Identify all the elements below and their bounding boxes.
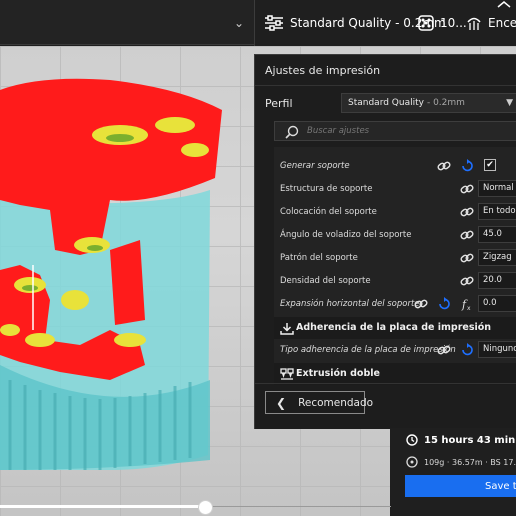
- layer-slider-track[interactable]: [211, 506, 391, 507]
- chevron-left-icon: ❮: [276, 395, 287, 410]
- link-icon: [437, 161, 451, 171]
- divider: [255, 85, 516, 86]
- link-icon: [460, 207, 474, 217]
- category-title: Extrusión doble: [296, 368, 380, 379]
- search-placeholder: Buscar ajustes: [307, 126, 370, 136]
- setting-label: Patrón del soporte: [280, 253, 358, 263]
- function-icon[interactable]: f x: [460, 297, 474, 311]
- overhang-angle-input[interactable]: 45.0: [478, 226, 516, 243]
- link-icon: [460, 276, 474, 286]
- generate-support-checkbox[interactable]: ✔: [484, 159, 496, 171]
- sliders-icon: [265, 15, 283, 31]
- infill-label: 10...: [440, 16, 467, 30]
- support-placement-select[interactable]: En todos: [478, 203, 516, 220]
- recommended-label: Recomendado: [298, 396, 374, 409]
- category-title: Adherencia de la placa de impresión: [296, 322, 492, 333]
- profile-value: Standard Quality: [348, 98, 424, 108]
- save-button[interactable]: Save to: [405, 475, 516, 497]
- recommended-button[interactable]: ❮ Recomendado: [265, 391, 373, 414]
- reset-icon[interactable]: [437, 297, 451, 311]
- setting-label: Colocación del soporte: [280, 207, 377, 217]
- panel-title: Ajustes de impresión: [265, 64, 381, 77]
- material-value: 109g · 36.57m · BS 17.40: [424, 457, 516, 467]
- profile-layer-height: - 0.2mm: [426, 98, 465, 108]
- setting-row-support-density[interactable]: Densidad del soporte 20.0: [280, 272, 516, 292]
- chevron-down-icon: ▼: [506, 98, 513, 108]
- link-icon: [437, 345, 451, 355]
- print-estimate-panel: 15 hours 43 minutes 109g · 36.57m · BS 1…: [390, 428, 516, 516]
- toolbar-divider: [254, 0, 255, 46]
- dual-extrusion-icon: [280, 368, 294, 380]
- search-input[interactable]: Buscar ajustes: [274, 121, 516, 141]
- setting-row-horizontal-expansion[interactable]: Expansión horizontal del soporte f x 0.0: [280, 295, 516, 315]
- print-settings-panel: Ajustes de impresión Perfil Standard Qua…: [254, 54, 516, 429]
- setting-row-adhesion-type[interactable]: Tipo adherencia de la placa de impresión…: [280, 341, 516, 361]
- link-icon: [460, 253, 474, 263]
- category-dual-extrusion[interactable]: Extrusión doble: [274, 363, 516, 385]
- layer-slider-handle[interactable]: [198, 500, 213, 515]
- setting-row-support-placement[interactable]: Colocación del soporte En todos: [280, 203, 516, 223]
- reset-icon[interactable]: [460, 159, 474, 173]
- divider: [255, 383, 516, 384]
- layer-slider-track-filled[interactable]: [0, 505, 210, 508]
- connection-icon: [497, 1, 511, 8]
- spool-icon: [406, 456, 418, 468]
- setting-label: Generar soporte: [280, 161, 350, 171]
- horizontal-expansion-input[interactable]: 0.0: [478, 295, 516, 312]
- support-icon: [467, 17, 481, 30]
- print-time-value: 15 hours 43 minutes: [424, 434, 516, 446]
- support-density-input[interactable]: 20.0: [478, 272, 516, 289]
- link-icon: [460, 230, 474, 240]
- support-pattern-select[interactable]: Zigzag: [478, 249, 516, 266]
- svg-text:x: x: [467, 305, 471, 311]
- reset-icon[interactable]: [460, 343, 474, 357]
- setting-row-support-structure[interactable]: Estructura de soporte Normal: [280, 180, 516, 200]
- print-time: 15 hours 43 minutes: [406, 434, 516, 446]
- setting-row-support-pattern[interactable]: Patrón del soporte Zigzag: [280, 249, 516, 269]
- material-estimate: 109g · 36.57m · BS 17.40: [406, 456, 516, 468]
- profile-select[interactable]: Standard Quality - 0.2mm ▼: [341, 93, 516, 113]
- link-icon: [414, 299, 428, 309]
- adhesion-icon: [280, 323, 294, 335]
- settings-list[interactable]: Generar soporte ✔ Estructura de soporte …: [274, 147, 516, 385]
- setting-row-overhang-angle[interactable]: Ángulo de voladizo del soporte 45.0: [280, 226, 516, 246]
- adhesion-type-select[interactable]: Ninguno: [478, 341, 516, 358]
- top-toolbar: ⌄ Standard Quality - 0.2mm 10... Encen: [0, 0, 516, 46]
- search-icon: [285, 125, 299, 139]
- clock-icon: [406, 434, 418, 446]
- setting-label: Expansión horizontal del soporte: [280, 299, 420, 309]
- setting-row-generate-support[interactable]: Generar soporte ✔: [280, 157, 516, 177]
- link-icon: [460, 184, 474, 194]
- setting-label: Ángulo de voladizo del soporte: [280, 230, 412, 240]
- printer-selector[interactable]: [0, 0, 254, 45]
- category-build-plate-adhesion[interactable]: Adherencia de la placa de impresión: [274, 317, 516, 339]
- profile-label: Perfil: [265, 97, 293, 110]
- infill-icon: [418, 15, 434, 31]
- infill-selector[interactable]: 10...: [418, 0, 467, 46]
- setting-label: Tipo adherencia de la placa de impresión: [280, 345, 456, 355]
- support-label: Encen: [488, 16, 516, 30]
- setting-label: Estructura de soporte: [280, 184, 373, 194]
- support-structure-select[interactable]: Normal: [478, 180, 516, 197]
- setting-label: Densidad del soporte: [280, 276, 371, 286]
- chevron-down-icon[interactable]: ⌄: [234, 16, 244, 30]
